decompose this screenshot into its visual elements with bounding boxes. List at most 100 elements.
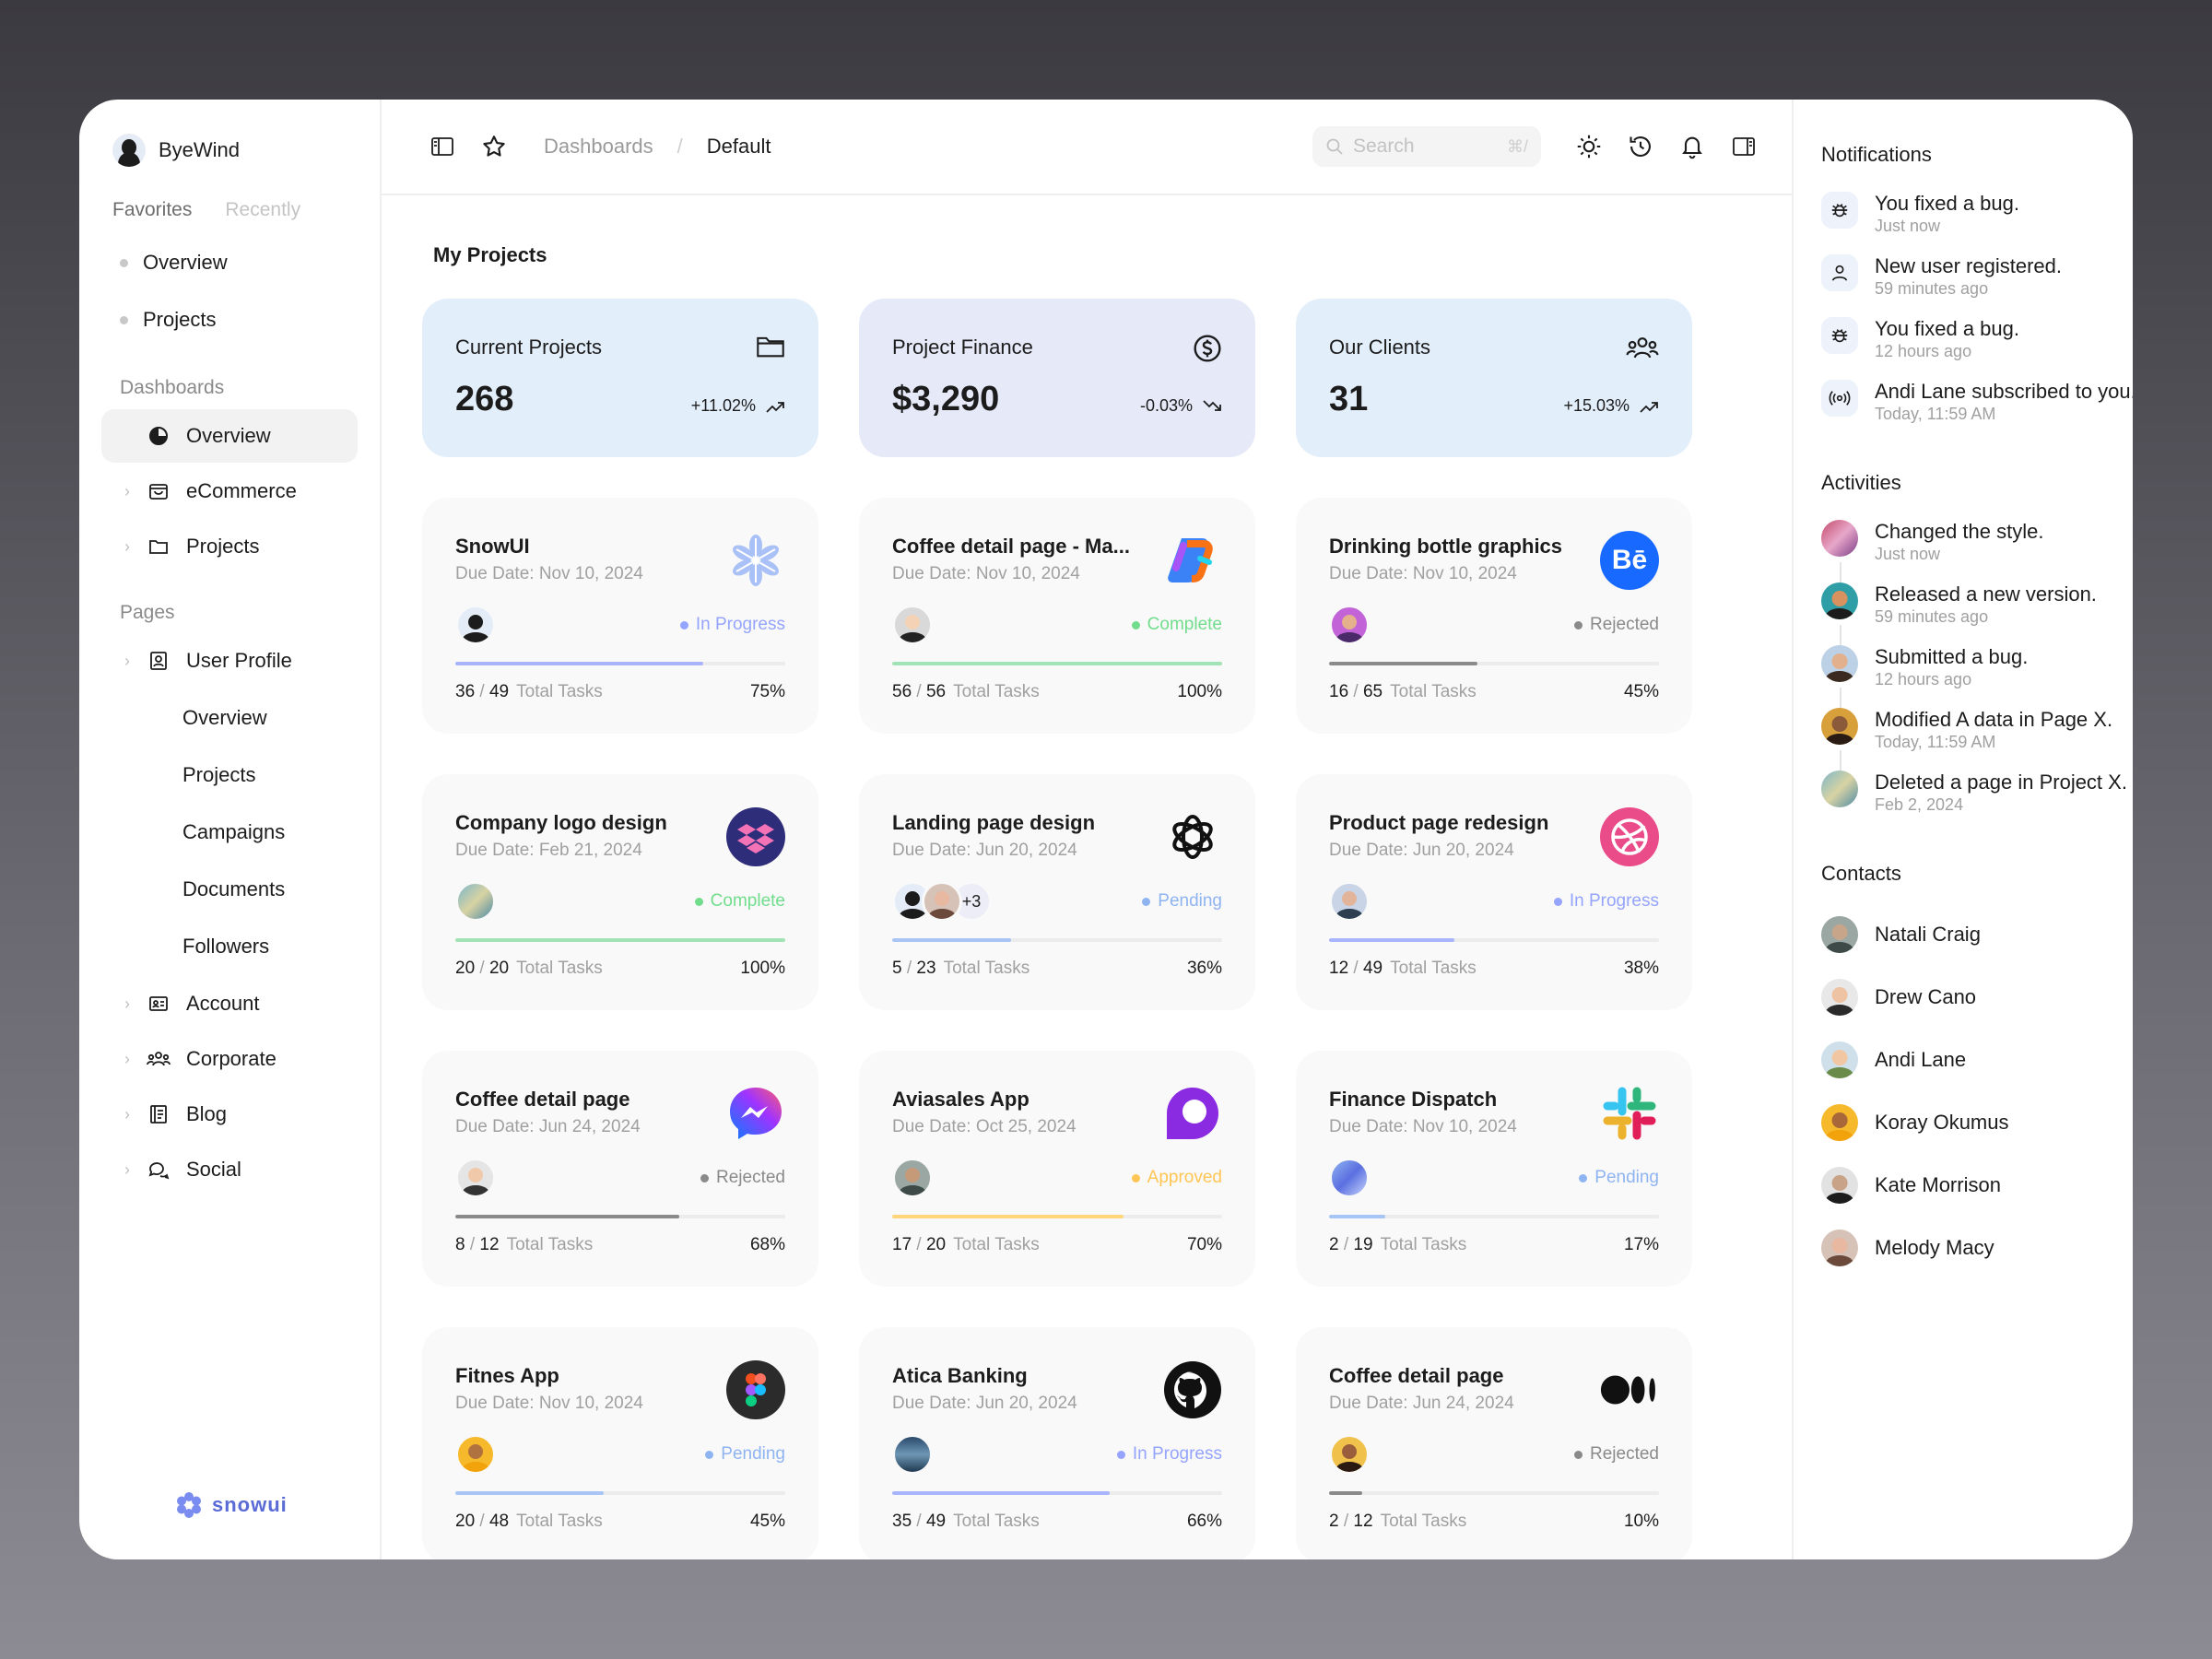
contact-item[interactable]: Melody Macy [1821, 1217, 2133, 1279]
sidebar-item-corporate[interactable]: › Corporate [101, 1032, 358, 1086]
progress-bar [1329, 1491, 1659, 1495]
activity-item[interactable]: Changed the style. Just now [1821, 520, 2133, 597]
progress-bar [455, 1491, 785, 1495]
activity-text: Released a new version. [1875, 582, 2097, 606]
sidebar: ByeWind Favorites Recently Overview Proj… [79, 100, 382, 1559]
project-card[interactable]: SnowUI Due Date: Nov 10, 2024 In Progress 3… [422, 498, 818, 734]
tab-recently[interactable]: Recently [225, 199, 300, 221]
progress-percent: 100% [1177, 682, 1222, 701]
activity-item[interactable]: Deleted a page in Project X. Feb 2, 2024 [1821, 771, 2133, 815]
sidebar-subitem-campaigns[interactable]: Campaigns [79, 804, 380, 861]
progress-fill [1329, 938, 1455, 942]
tab-favorites[interactable]: Favorites [112, 199, 192, 221]
status-label: Pending [1158, 891, 1222, 911]
activity-time: Just now [1875, 545, 1941, 563]
sidebar-item-ecommerce[interactable]: › eCommerce [101, 465, 358, 518]
project-card[interactable]: Coffee detail page Due Date: Jun 24, 2024… [1296, 1327, 1692, 1559]
status-label: Complete [1147, 615, 1222, 634]
right-panel-toggle-icon[interactable] [1729, 132, 1759, 161]
delta-value: +11.02% [690, 396, 756, 415]
users-icon [146, 1046, 171, 1072]
member-avatar [1329, 881, 1370, 922]
contact-item[interactable]: Drew Cano [1821, 966, 2133, 1029]
star-icon[interactable] [479, 132, 509, 161]
project-card[interactable]: Finance Dispatch Due Date: Nov 10, 2024 Pe… [1296, 1051, 1692, 1287]
stat-card-project-finance[interactable]: Project Finance $3,290 -0.03% [859, 299, 1255, 457]
notification-item[interactable]: New user registered. 59 minutes ago [1821, 254, 2133, 299]
project-card[interactable]: Atica Banking Due Date: Jun 20, 2024 In Pr… [859, 1327, 1255, 1559]
favorite-item-projects[interactable]: Projects [79, 291, 380, 348]
sidebar-subitem-followers[interactable]: Followers [79, 918, 380, 975]
folder-icon [146, 534, 171, 559]
status-label: In Progress [695, 615, 785, 634]
tasks-done: 2 [1329, 1235, 1339, 1254]
bell-icon[interactable] [1677, 132, 1707, 161]
tasks-total: 49 [488, 682, 510, 701]
sidebar-item-projects[interactable]: › Projects [101, 520, 358, 573]
section-label-dashboards: Dashboards [120, 377, 225, 398]
sidebar-toggle-icon[interactable] [428, 132, 457, 161]
stat-card-our-clients[interactable]: Our Clients 31 +15.03% [1296, 299, 1692, 457]
tasks-total: 56 [925, 682, 947, 701]
progress-bar [892, 662, 1222, 665]
contacts-title: Contacts [1821, 862, 1901, 885]
notifications-list: You fixed a bug. Just now New user registe… [1821, 192, 2133, 424]
contact-item[interactable]: Andi Lane [1821, 1029, 2133, 1091]
project-card[interactable]: Fitnes App Due Date: Nov 10, 2024 Pending 2… [422, 1327, 818, 1559]
project-card[interactable]: Coffee detail page Due Date: Jun 24, 2024… [422, 1051, 818, 1287]
project-title: Drinking bottle graphics [1329, 535, 1563, 558]
activity-item[interactable]: Released a new version. 59 minutes ago [1821, 582, 2133, 660]
member-avatar [455, 605, 496, 645]
project-card[interactable]: Aviasales App Due Date: Oct 25, 2024 Appro… [859, 1051, 1255, 1287]
status-badge: Complete [694, 891, 785, 912]
project-card[interactable]: Product page redesign Due Date: Jun 20, 2… [1296, 774, 1692, 1010]
project-meta: +3 Pending [892, 881, 1222, 922]
project-card[interactable]: Company logo design Due Date: Feb 21, 202… [422, 774, 818, 1010]
chevron-right-icon: › [124, 1104, 130, 1124]
progress-percent: 70% [1186, 1235, 1222, 1254]
favorite-item-overview[interactable]: Overview [79, 234, 380, 291]
contact-name: Natali Craig [1875, 923, 1981, 946]
contact-item[interactable]: Kate Morrison [1821, 1154, 2133, 1217]
sidebar-subitem-overview[interactable]: Overview [79, 689, 380, 747]
history-icon[interactable] [1626, 132, 1655, 161]
activity-item[interactable]: Modified A data in Page X. Today, 11:59 A… [1821, 708, 2133, 785]
project-card[interactable]: Coffee detail page - Ma... Due Date: Nov … [859, 498, 1255, 734]
progress-bar [892, 1491, 1222, 1495]
dribbble-logo-icon [1600, 807, 1659, 866]
status-badge: Rejected [1574, 1444, 1659, 1465]
project-card[interactable]: Drinking bottle graphics Due Date: Nov 10… [1296, 498, 1692, 734]
brand[interactable]: ByeWind [79, 133, 380, 168]
status-dot [694, 897, 703, 906]
sidebar-item-social[interactable]: › Social [101, 1143, 358, 1196]
bullet-dot [120, 315, 128, 324]
search-input[interactable] [1353, 135, 1464, 158]
activity-text: Deleted a page in Project X. [1875, 771, 2127, 794]
breadcrumb-dashboards[interactable]: Dashboards [544, 135, 653, 159]
sidebar-subitem-projects[interactable]: Projects [79, 747, 380, 804]
project-card[interactable]: Landing page design Due Date: Jun 20, 202… [859, 774, 1255, 1010]
behance-logo-icon: Bē [1600, 531, 1659, 590]
sidebar-item-blog[interactable]: › Blog [101, 1088, 358, 1141]
sidebar-subitem-documents[interactable]: Documents [79, 861, 380, 918]
sidebar-item-user-profile[interactable]: › User Profile [101, 634, 358, 688]
contact-item[interactable]: Natali Craig [1821, 903, 2133, 966]
chevron-right-icon: › [124, 994, 130, 1013]
progress-percent: 36% [1186, 959, 1222, 978]
activity-item[interactable]: Submitted a bug. 12 hours ago [1821, 645, 2133, 723]
sidebar-item-overview[interactable]: › Overview [101, 409, 358, 463]
contact-item[interactable]: Koray Okumus [1821, 1091, 2133, 1154]
stat-card-current-projects[interactable]: Current Projects 268 +11.02% [422, 299, 818, 457]
tasks-total: 49 [1362, 959, 1383, 978]
activities-section: Activities Changed the style. Just now Rel… [1821, 465, 2133, 815]
sun-icon[interactable] [1574, 132, 1604, 161]
task-summary: 17 / 20 Total Tasks 70% [892, 1235, 1222, 1255]
notification-item[interactable]: You fixed a bug. Just now [1821, 192, 2133, 236]
notification-item[interactable]: Andi Lane subscribed to you. Today, 11:59… [1821, 380, 2133, 424]
contacts-list: Natali Craig Drew Cano Andi Lane Koray Okum… [1821, 903, 2133, 1279]
status-dot [1131, 620, 1140, 629]
notification-item[interactable]: You fixed a bug. 12 hours ago [1821, 317, 2133, 361]
search-box[interactable]: ⌘/ [1312, 126, 1541, 167]
sidebar-item-account[interactable]: › Account [101, 977, 358, 1030]
tasks-separator: / [912, 1512, 926, 1531]
